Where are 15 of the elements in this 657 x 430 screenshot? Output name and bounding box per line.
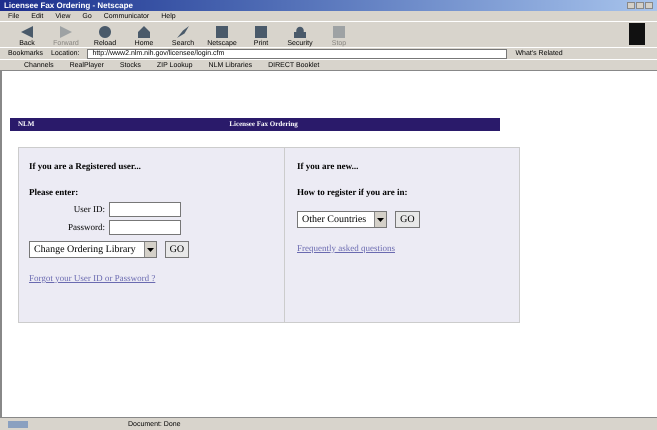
go-button[interactable]: GO bbox=[395, 211, 420, 228]
window-title: Licensee Fax Ordering - Netscape bbox=[4, 2, 133, 10]
go-button[interactable]: GO bbox=[164, 241, 190, 258]
faq-link[interactable]: Frequently asked questions bbox=[297, 242, 519, 256]
section-prompt: How to register if you are in: bbox=[297, 186, 408, 199]
dropdown[interactable]: Other Countries bbox=[297, 211, 388, 228]
section-heading: If you are a Registered user... bbox=[29, 160, 142, 173]
section-heading: If you are new... bbox=[297, 160, 360, 173]
field-label: Password: bbox=[66, 220, 106, 234]
forgot-password-link[interactable]: Forgot your User ID or Password ? bbox=[29, 272, 284, 286]
field-label: User ID: bbox=[72, 202, 106, 216]
user-id-field[interactable] bbox=[109, 202, 181, 217]
section-prompt: Please enter: bbox=[29, 186, 80, 198]
dropdown[interactable]: Change Ordering Library bbox=[29, 241, 157, 258]
password-field[interactable] bbox=[109, 220, 181, 235]
